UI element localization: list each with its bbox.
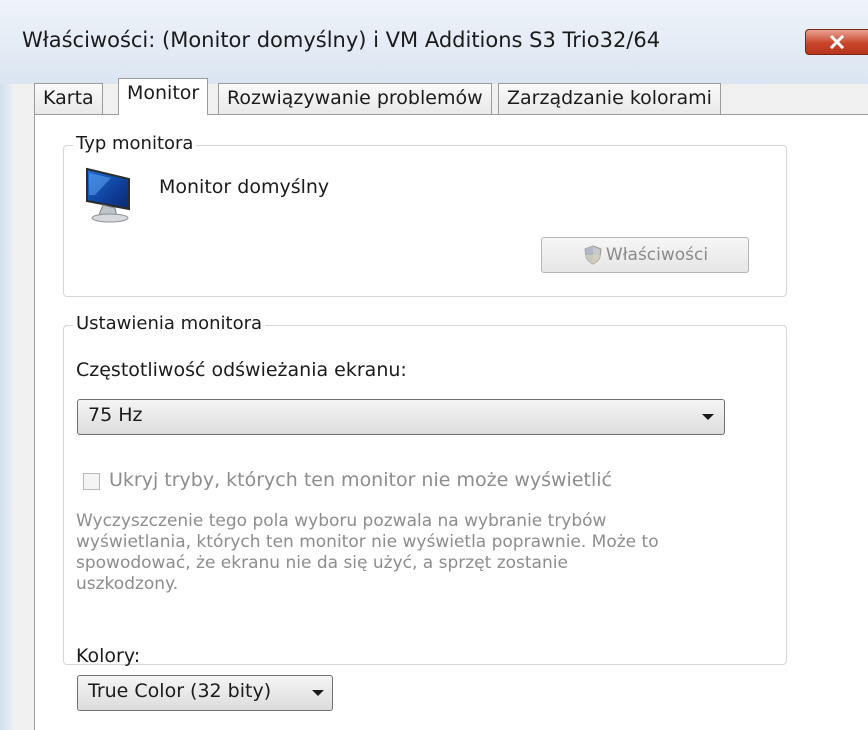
monitor-name: Monitor domyślny (159, 176, 330, 198)
close-icon (829, 35, 845, 49)
tab-rozwiazywanie-problemow[interactable]: Rozwiązywanie problemów (218, 83, 492, 115)
tab-panel-monitor: Typ monitora Monitor domyślny Właściwośc… (34, 114, 868, 730)
hide-modes-label: Ukryj tryby, których ten monitor nie moż… (109, 469, 612, 491)
chevron-down-icon (702, 414, 714, 420)
colors-label: Kolory: (76, 645, 141, 667)
refresh-rate-value: 75 Hz (88, 404, 143, 426)
tab-monitor[interactable]: Monitor (118, 78, 209, 115)
window-frame-edge (0, 84, 12, 730)
tab-karta[interactable]: Karta (34, 83, 103, 115)
colors-dropdown[interactable]: True Color (32 bity) (77, 675, 333, 711)
title-bar[interactable]: Właściwości: (Monitor domyślny) i VM Add… (0, 0, 868, 84)
monitor-settings-group-label: Ustawienia monitora (73, 313, 266, 334)
monitor-properties-button-label: Właściwości (605, 245, 709, 265)
refresh-rate-label: Częstotliwość odświeżania ekranu: (76, 359, 407, 381)
monitor-type-group-label: Typ monitora (73, 133, 197, 154)
colors-value: True Color (32 bity) (88, 680, 272, 702)
close-button[interactable] (805, 29, 868, 55)
chevron-down-icon (312, 690, 324, 696)
tab-zarzadzanie-kolorami[interactable]: Zarządzanie kolorami (498, 83, 721, 115)
monitor-icon (86, 167, 130, 223)
properties-dialog: Właściwości: (Monitor domyślny) i VM Add… (0, 0, 868, 730)
shield-icon (584, 245, 602, 265)
monitor-properties-button[interactable]: Właściwości (541, 237, 749, 273)
monitor-type-group (63, 145, 787, 297)
hide-modes-description: Wyczyszczenie tego pola wyboru pozwala n… (76, 511, 659, 594)
hide-modes-checkbox[interactable] (83, 473, 100, 490)
window-title: Właściwości: (Monitor domyślny) i VM Add… (22, 28, 661, 52)
refresh-rate-dropdown[interactable]: 75 Hz (77, 399, 725, 435)
